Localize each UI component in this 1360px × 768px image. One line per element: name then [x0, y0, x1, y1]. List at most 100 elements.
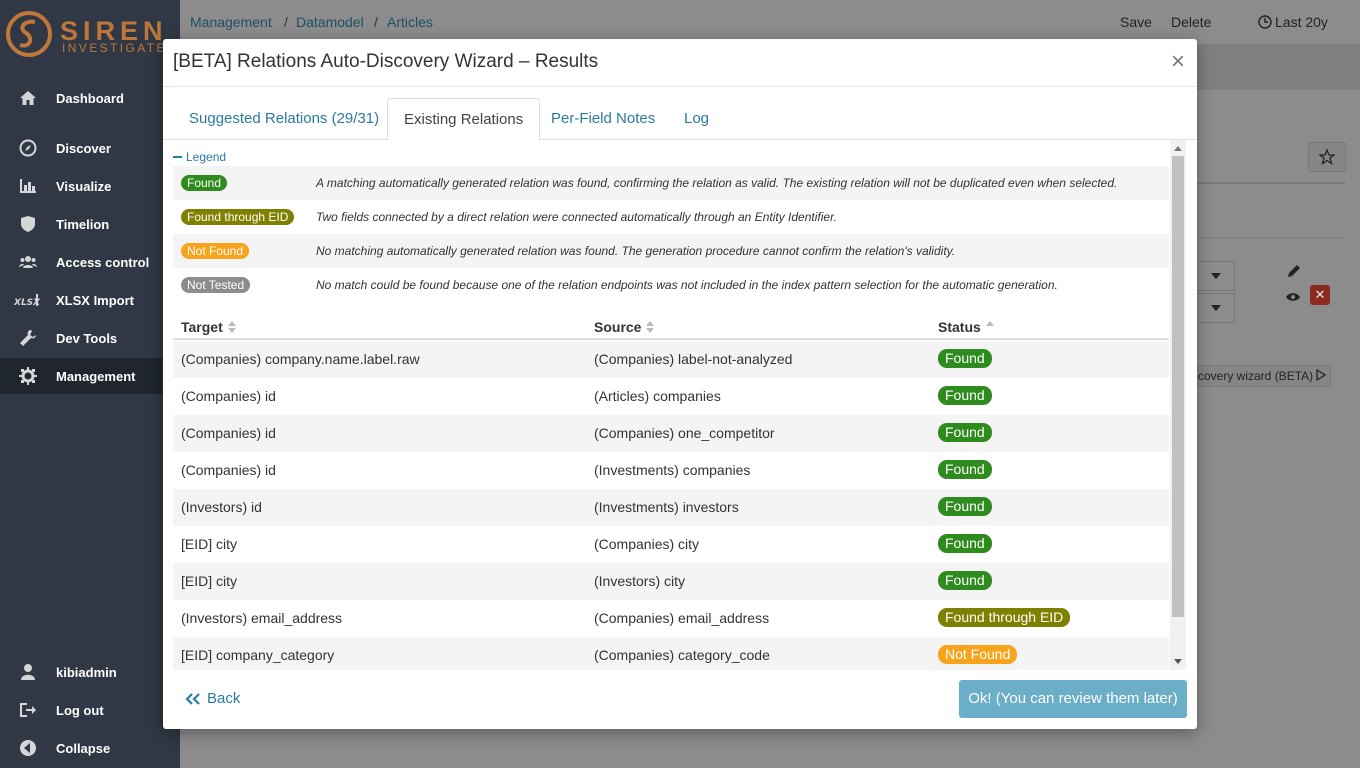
- home-icon: [0, 89, 56, 107]
- scroll-up-icon[interactable]: [1174, 146, 1182, 151]
- wrench-icon: [0, 329, 56, 347]
- column-header-target[interactable]: Target: [181, 319, 236, 335]
- legend-row: Not Found No matching automatically gene…: [173, 234, 1169, 268]
- legend-description: No match could be found because one of t…: [316, 278, 1058, 292]
- breadcrumb-articles[interactable]: Articles: [387, 14, 433, 30]
- target-cell: (Companies) id: [181, 425, 276, 441]
- legend-row: Not Tested No match could be found becau…: [173, 268, 1169, 302]
- sidebar-item-label: Management: [56, 368, 136, 384]
- select-dropdown[interactable]: [1197, 261, 1235, 291]
- table-row[interactable]: (Companies) company.name.label.raw (Comp…: [173, 341, 1169, 378]
- back-button[interactable]: Back: [185, 690, 240, 707]
- time-picker-label: Last 20y: [1275, 14, 1328, 30]
- sidebar-item-xlsx-import[interactable]: XLSX XLSX Import: [0, 282, 180, 318]
- target-cell: (Investors) id: [181, 499, 262, 515]
- sidebar-item-access-control[interactable]: Access control: [0, 244, 180, 280]
- breadcrumb-separator: /: [284, 14, 288, 30]
- user-icon: [0, 663, 56, 681]
- column-header-status[interactable]: Status: [938, 319, 994, 335]
- tab-existing-relations[interactable]: Existing Relations: [387, 98, 541, 141]
- table-row[interactable]: [EID] city (Companies) city Found: [173, 526, 1169, 563]
- close-icon[interactable]: ×: [1171, 49, 1185, 75]
- source-cell: (Articles) companies: [594, 388, 721, 404]
- sidebar: SIREN INVESTIGATE Dashboard Discover Vis…: [0, 0, 180, 768]
- eye-icon[interactable]: [1286, 289, 1300, 307]
- sidebar-item-discover[interactable]: Discover: [0, 130, 180, 166]
- table-row[interactable]: [EID] city (Investors) city Found: [173, 563, 1169, 600]
- legend-row: Found through EID Two fields connected b…: [173, 200, 1169, 234]
- bar-chart-icon: [0, 177, 56, 195]
- save-button[interactable]: Save: [1120, 14, 1152, 30]
- sidebar-item-dev-tools[interactable]: Dev Tools: [0, 320, 180, 356]
- status-badge: Not Tested: [181, 277, 251, 293]
- logout-icon: [0, 701, 56, 719]
- status-badge: Found: [938, 386, 992, 405]
- source-cell: (Companies) city: [594, 536, 700, 552]
- sidebar-item-label: Dashboard: [56, 90, 124, 106]
- select-dropdown[interactable]: [1197, 293, 1235, 323]
- wizard-button-label: covery wizard (BETA): [1198, 369, 1314, 383]
- source-cell: (Companies) one_competitor: [594, 425, 775, 441]
- star-icon: [1319, 149, 1335, 165]
- back-button-label: Back: [207, 690, 241, 707]
- source-cell: (Investments) companies: [594, 462, 751, 478]
- top-bar: Management / Datamodel / Articles Save D…: [180, 0, 1360, 44]
- tab-suggested-relations[interactable]: Suggested Relations (29/31): [173, 98, 395, 140]
- legend-description: No matching automatically generated rela…: [316, 244, 956, 258]
- legend-row: Found A matching automatically generated…: [173, 166, 1169, 200]
- breadcrumb-management[interactable]: Management: [190, 14, 272, 30]
- siren-logo[interactable]: SIREN INVESTIGATE: [4, 8, 174, 60]
- xlsx-icon: XLSX: [0, 291, 56, 309]
- sidebar-item-collapse[interactable]: Collapse: [0, 730, 180, 766]
- column-header-source[interactable]: Source: [594, 319, 655, 335]
- status-badge: Found: [181, 175, 228, 191]
- target-cell: (Companies) id: [181, 462, 276, 478]
- status-badge: Found through EID: [938, 608, 1071, 627]
- pencil-icon[interactable]: [1287, 264, 1301, 283]
- time-picker[interactable]: Last 20y: [1258, 14, 1328, 30]
- scroll-thumb[interactable]: [1172, 156, 1184, 617]
- modal-header: [BETA] Relations Auto-Discovery Wizard –…: [163, 39, 1197, 87]
- delete-button[interactable]: Delete: [1171, 14, 1211, 30]
- divider: [1197, 182, 1345, 184]
- target-cell: (Investors) email_address: [181, 610, 343, 626]
- favorite-button[interactable]: [1308, 142, 1346, 172]
- minus-icon: [173, 155, 182, 158]
- table-row[interactable]: (Investors) email_address (Companies) em…: [173, 600, 1169, 637]
- status-badge: Found through EID: [181, 209, 295, 225]
- table-row[interactable]: (Investors) id (Investments) investors F…: [173, 489, 1169, 526]
- sidebar-item-label: Log out: [56, 702, 104, 718]
- double-chevron-left-icon: [185, 692, 200, 705]
- target-cell: [EID] company_category: [181, 647, 335, 663]
- sidebar-item-timelion[interactable]: Timelion: [0, 206, 180, 242]
- scrollbar[interactable]: [1170, 140, 1186, 670]
- table-row[interactable]: (Companies) id (Articles) companies Foun…: [173, 378, 1169, 415]
- sidebar-item-dashboard[interactable]: Dashboard: [0, 80, 180, 116]
- modal-title: [BETA] Relations Auto-Discovery Wizard –…: [173, 51, 599, 72]
- results-content: Legend Found A matching automatically ge…: [173, 140, 1171, 670]
- wizard-results-modal: [BETA] Relations Auto-Discovery Wizard –…: [163, 39, 1197, 729]
- table-row[interactable]: [EID] company_category (Companies) categ…: [173, 637, 1169, 670]
- sidebar-item-visualize[interactable]: Visualize: [0, 168, 180, 204]
- table-row[interactable]: (Companies) id (Investments) companies F…: [173, 452, 1169, 489]
- divider: [1197, 237, 1345, 238]
- ok-button[interactable]: Ok! (You can review them later): [959, 680, 1187, 718]
- tab-per-field-notes[interactable]: Per-Field Notes: [535, 98, 671, 140]
- users-icon: [0, 253, 56, 271]
- sidebar-item-label: Collapse: [56, 740, 111, 756]
- legend-toggle[interactable]: Legend: [173, 150, 226, 164]
- wizard-button[interactable]: covery wizard (BETA): [1197, 365, 1331, 387]
- clock-icon: [1258, 15, 1272, 29]
- scroll-down-icon[interactable]: [1174, 659, 1182, 664]
- sidebar-item-user[interactable]: kibiadmin: [0, 654, 180, 690]
- column-label: Target: [181, 319, 223, 335]
- close-icon: ✕: [1314, 287, 1326, 302]
- table-row[interactable]: (Companies) id (Companies) one_competito…: [173, 415, 1169, 452]
- target-cell: (Companies) company.name.label.raw: [181, 351, 420, 367]
- breadcrumb-datamodel[interactable]: Datamodel: [296, 14, 364, 30]
- tab-log[interactable]: Log: [668, 98, 725, 140]
- sidebar-item-management[interactable]: Management: [0, 358, 162, 394]
- sidebar-item-logout[interactable]: Log out: [0, 692, 180, 728]
- status-badge: Not Found: [938, 645, 1018, 664]
- delete-relation-button[interactable]: ✕: [1310, 285, 1330, 305]
